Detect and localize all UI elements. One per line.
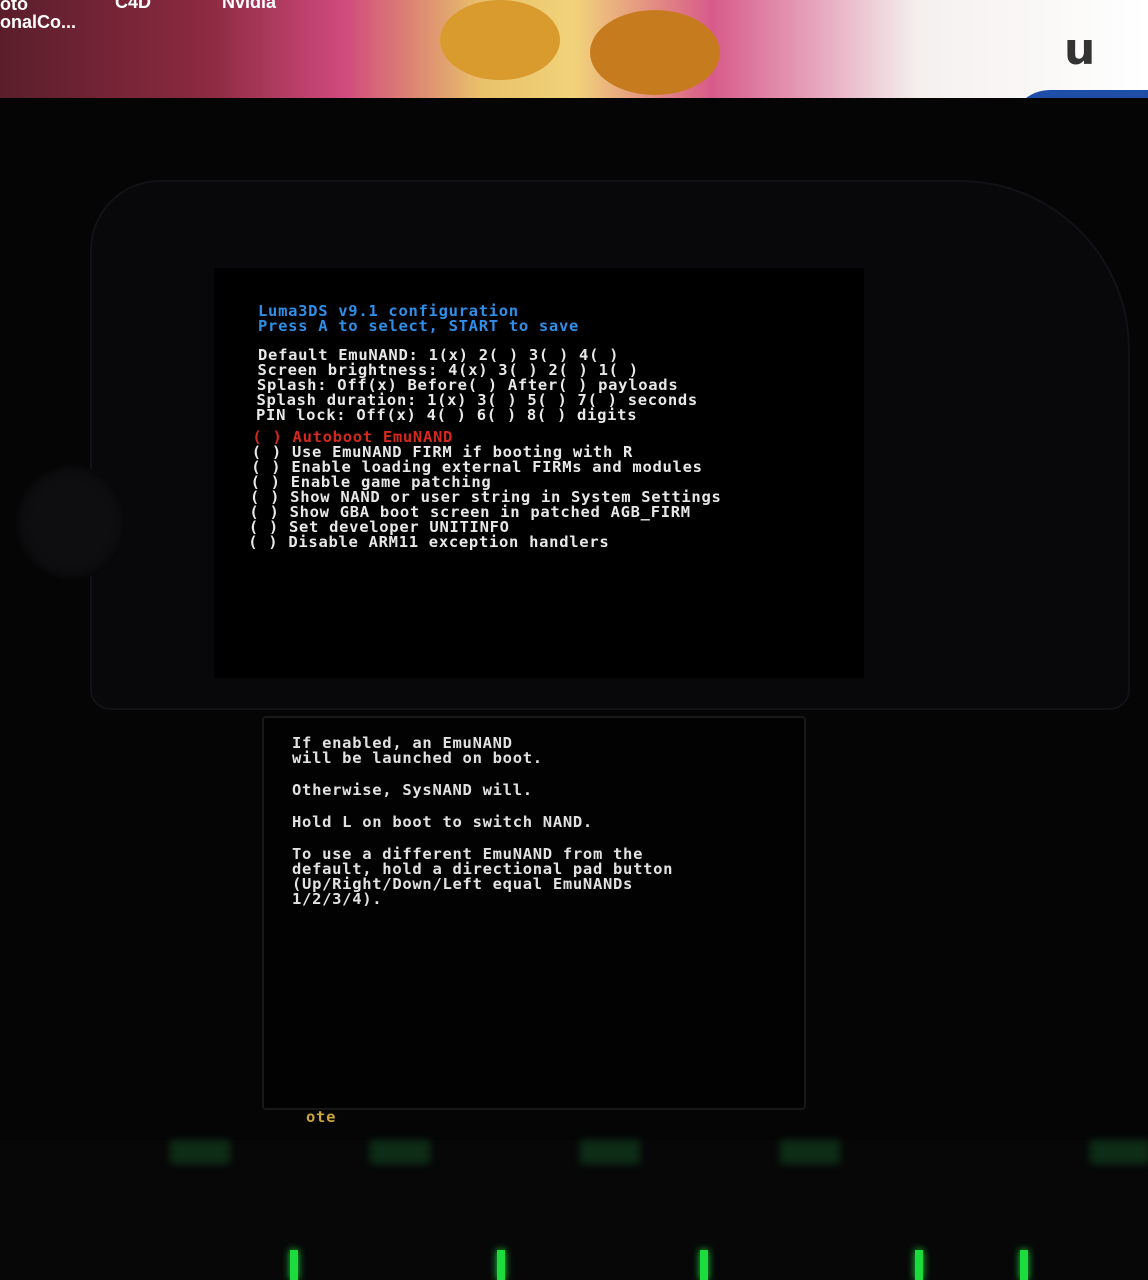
bottom-screen: If enabled, an EmuNAND will be launched … [262, 716, 806, 1110]
description-paragraph: If enabled, an EmuNAND will be launched … [292, 734, 543, 767]
keyboard-key-label: ote [306, 1108, 337, 1126]
key-led [497, 1250, 505, 1280]
multi-choice-options: Default EmuNAND: 1(x) 2( ) 3( ) 4( ) Scre… [256, 347, 698, 424]
desktop-icon-label: C4D [115, 0, 152, 12]
key-backlight [580, 1140, 640, 1164]
wallpaper-shoe [440, 0, 560, 80]
key-backlight [170, 1140, 230, 1164]
description-paragraph: Hold L on boot to switch NAND. [292, 813, 593, 831]
config-instructions: Press A to select, START to save [258, 317, 580, 335]
option-choices[interactable]: Off(x) 4( ) 6( ) 8( ) digits [356, 406, 637, 424]
description-paragraph: To use a different EmuNAND from the defa… [292, 845, 674, 908]
monitor-wallpaper: oto onalCo... C4D Nvidia u [0, 0, 1148, 100]
desktop-icon-label: Nvidia [222, 0, 277, 12]
wallpaper-shoe [590, 10, 720, 95]
key-led [1020, 1250, 1028, 1280]
top-screen: Luma3DS v9.1 configuration Press A to se… [214, 268, 864, 678]
circle-pad [16, 465, 126, 580]
description-paragraph: Otherwise, SysNAND will. [292, 781, 533, 799]
toggle-options: ( ) Autoboot EmuNAND( ) Use EmuNAND FIRM… [248, 429, 722, 551]
checkbox-mark[interactable]: ( ) [248, 533, 278, 551]
toggle-label: Disable ARM11 exception handlers [288, 533, 610, 551]
key-led [700, 1250, 708, 1280]
toggle-option-row[interactable]: ( ) Disable ARM11 exception handlers [248, 533, 721, 551]
key-backlight [780, 1140, 840, 1164]
key-backlight [1090, 1140, 1148, 1164]
key-led [290, 1250, 298, 1280]
key-backlight [370, 1140, 430, 1164]
desktop-icon-label: onalCo... [0, 12, 76, 32]
brand-logo: u [1064, 24, 1096, 75]
config-option-row[interactable]: PIN lock: Off(x) 4( ) 6( ) 8( ) digits [256, 406, 698, 424]
key-led [915, 1250, 923, 1280]
option-label: PIN lock: [256, 406, 347, 424]
option-description: If enabled, an EmuNAND will be launched … [292, 734, 674, 924]
